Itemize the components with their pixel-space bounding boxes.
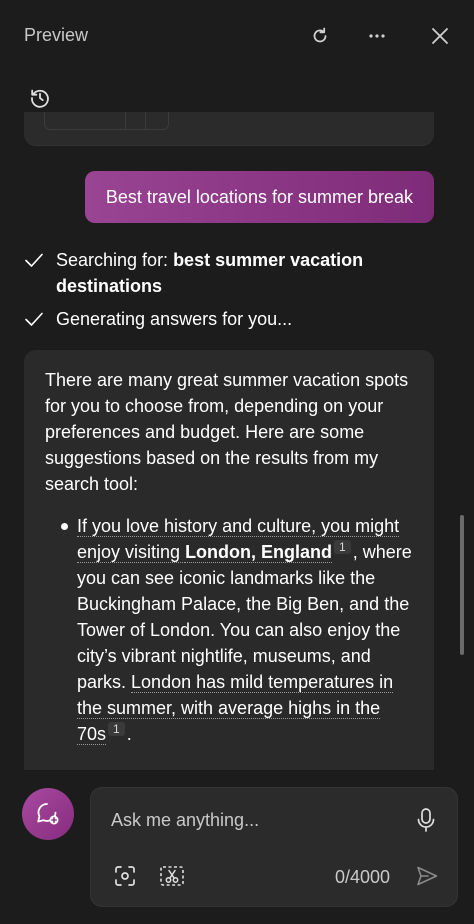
user-message: Best travel locations for summer break xyxy=(84,171,434,223)
answer-body: There are many great summer vacation spo… xyxy=(24,350,434,747)
history-icon xyxy=(31,89,49,108)
microphone-icon xyxy=(417,808,435,832)
bullet xyxy=(61,523,68,530)
answer-card: There are many great summer vacation spo… xyxy=(24,350,434,770)
chat-input[interactable] xyxy=(111,806,401,834)
citation-badge[interactable]: 1 xyxy=(334,540,351,554)
composer-box: 0/4000 xyxy=(90,787,458,907)
refresh-icon xyxy=(313,27,327,43)
send-button[interactable] xyxy=(412,861,442,891)
character-counter: 0/4000 xyxy=(335,867,391,887)
refresh-button[interactable] xyxy=(302,18,338,54)
camera-capture-icon xyxy=(115,866,135,886)
answer-text: . xyxy=(126,724,132,744)
snip-button[interactable] xyxy=(157,861,187,891)
window-title: Preview xyxy=(24,25,89,45)
new-topic-icon xyxy=(37,803,59,825)
answer-list: If you love history and culture, you mig… xyxy=(45,513,412,747)
close-icon xyxy=(432,28,448,44)
citation-badge[interactable]: 1 xyxy=(108,722,125,736)
status-generating: Generating answers for you... xyxy=(24,306,434,332)
check-icon xyxy=(25,312,43,326)
answer-intro: There are many great summer vacation spo… xyxy=(45,370,409,494)
list-item: If you love history and culture, you mig… xyxy=(45,513,412,747)
status-text: Searching for: best summer vacation dest… xyxy=(56,247,434,299)
destination-name: London, England xyxy=(185,542,333,562)
status-prefix: Generating answers for you... xyxy=(56,309,293,329)
status-searching: Searching for: best summer vacation dest… xyxy=(24,247,434,299)
cited-text-bold[interactable]: London, England xyxy=(185,542,333,563)
more-options-icon xyxy=(369,34,385,38)
scrollbar-thumb[interactable] xyxy=(460,515,464,655)
previous-card-segment xyxy=(125,112,169,130)
send-icon xyxy=(417,866,438,886)
microphone-button[interactable] xyxy=(411,805,441,835)
check-icon xyxy=(25,253,43,267)
camera-capture-button[interactable] xyxy=(110,861,140,891)
snip-icon xyxy=(160,866,184,886)
previous-response-card xyxy=(24,112,434,146)
history-button[interactable] xyxy=(22,80,58,116)
status-text: Generating answers for you... xyxy=(56,306,434,332)
more-options-button[interactable] xyxy=(359,18,395,54)
status-prefix: Searching for: xyxy=(56,250,174,270)
title-bar: Preview xyxy=(0,0,474,70)
new-topic-button[interactable] xyxy=(22,788,74,840)
close-button[interactable] xyxy=(422,18,458,54)
answer-text: , where you can see iconic landmarks lik… xyxy=(77,542,412,692)
